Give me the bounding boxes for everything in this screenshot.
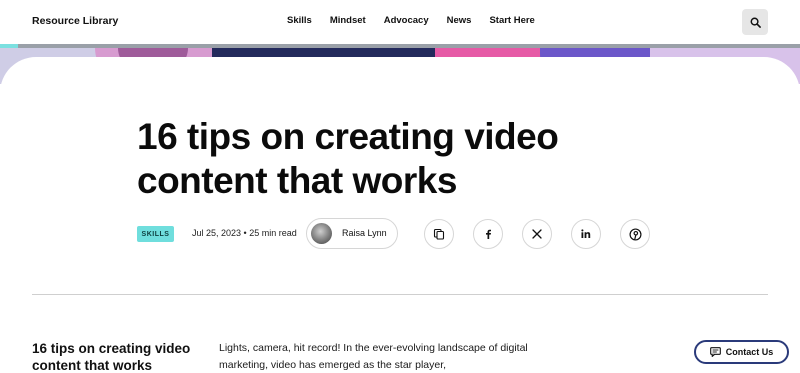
brand-link[interactable]: Resource Library	[32, 15, 118, 27]
x-icon	[532, 229, 542, 239]
category-badge[interactable]: SKILLS	[137, 226, 174, 242]
contact-us-label: Contact Us	[725, 347, 774, 357]
copy-icon	[433, 228, 445, 240]
nav-item-advocacy[interactable]: Advocacy	[384, 15, 429, 26]
toc-title[interactable]: 16 tips on creating video content that w…	[32, 340, 207, 373]
article-card: 16 tips on creating video content that w…	[0, 57, 800, 373]
nav-item-skills[interactable]: Skills	[287, 15, 312, 26]
pinterest-icon	[628, 227, 642, 241]
share-facebook-button[interactable]	[473, 219, 503, 249]
publish-date: Jul 25, 2023 • 25 min read	[192, 228, 297, 238]
linkedin-icon	[581, 229, 591, 238]
share-linkedin-button[interactable]	[571, 219, 601, 249]
article-title: 16 tips on creating video content that w…	[137, 116, 559, 201]
copy-link-button[interactable]	[424, 219, 454, 249]
author-name: Raisa Lynn	[342, 228, 387, 238]
search-button[interactable]	[742, 9, 768, 35]
nav-item-start-here[interactable]: Start Here	[489, 15, 534, 26]
section-divider	[32, 294, 768, 295]
facebook-icon	[486, 229, 491, 239]
share-x-button[interactable]	[522, 219, 552, 249]
nav-item-mindset[interactable]: Mindset	[330, 15, 366, 26]
nav-item-news[interactable]: News	[447, 15, 472, 26]
avatar	[311, 223, 332, 244]
author-chip[interactable]: Raisa Lynn	[306, 218, 398, 249]
search-icon	[750, 17, 761, 28]
share-pinterest-button[interactable]	[620, 219, 650, 249]
article-intro: Lights, camera, hit record! In the ever-…	[219, 342, 528, 371]
hero-accent	[0, 44, 18, 48]
nav-links: Skills Mindset Advocacy News Start Here	[287, 15, 553, 26]
top-navigation: Resource Library Skills Mindset Advocacy…	[0, 0, 800, 44]
contact-us-button[interactable]: Contact Us	[694, 340, 789, 364]
chat-icon	[709, 347, 721, 357]
